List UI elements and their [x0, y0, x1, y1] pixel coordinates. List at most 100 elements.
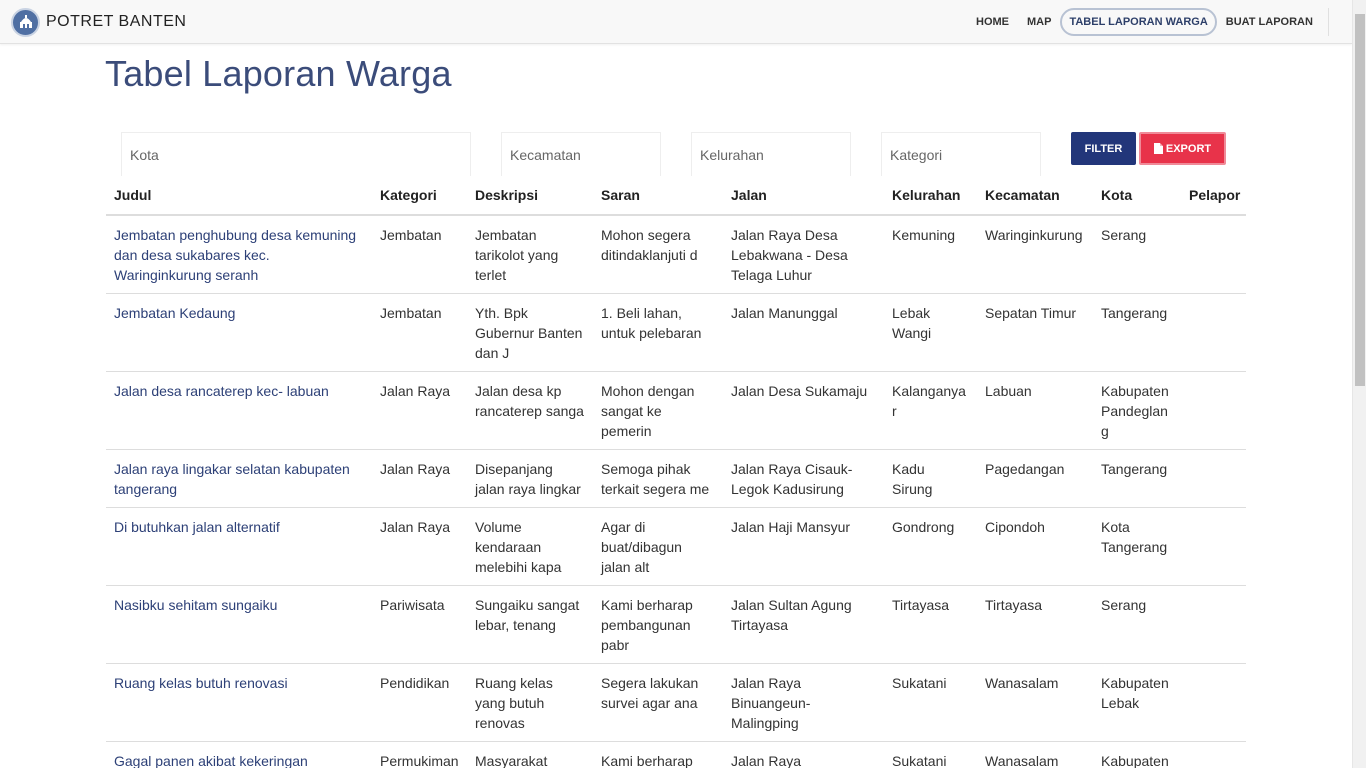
report-title-link[interactable]: Jalan desa rancaterep kec- labuan: [114, 383, 329, 399]
cell-pelapor: [1181, 663, 1246, 742]
kelurahan-input[interactable]: [692, 133, 850, 176]
column-header-kota[interactable]: Kota: [1093, 176, 1181, 216]
cell-kategori: Jembatan: [372, 293, 467, 372]
cell-deskripsi: Sungaiku sangat lebar, tenang: [467, 585, 593, 664]
scrollbar-thumb[interactable]: [1355, 14, 1365, 386]
column-header-kategori[interactable]: Kategori: [372, 176, 467, 216]
cell-saran: Semoga pihak terkait segera me: [593, 449, 723, 508]
kelurahan-field: [691, 132, 851, 176]
cell-judul: Jalan raya lingakar selatan kabupaten ta…: [106, 449, 372, 508]
cell-kota: Serang: [1093, 585, 1181, 664]
cell-saran: Mohon segera ditindaklanjuti d: [593, 215, 723, 294]
table-header-row: Judul Kategori Deskripsi Saran Jalan Kel…: [106, 176, 1246, 216]
cell-kategori: Jembatan: [372, 215, 467, 294]
cell-kelurahan: Kalanganyar: [884, 371, 977, 450]
cell-deskripsi: Yth. Bpk Gubernur Banten dan J: [467, 293, 593, 372]
cell-pelapor: [1181, 585, 1246, 664]
filter-button-label: FILTER: [1084, 142, 1123, 155]
navbar: POTRET BANTEN HOME MAP TABEL LAPORAN WAR…: [0, 0, 1352, 44]
cell-kategori: Pendidikan: [372, 663, 467, 742]
cell-kategori: Pariwisata: [372, 585, 467, 664]
report-title-link[interactable]: Ruang kelas butuh renovasi: [114, 675, 288, 691]
page-title: Tabel Laporan Warga: [105, 53, 452, 94]
file-icon: [1153, 143, 1163, 154]
table-row: Gagal panen akibat kekeringan Permukiman …: [106, 741, 1246, 768]
table-row: Jembatan penghubung desa kemuning dan de…: [106, 215, 1246, 294]
kecamatan-field: [501, 132, 661, 176]
cell-pelapor: [1181, 507, 1246, 586]
column-header-kecamatan[interactable]: Kecamatan: [977, 176, 1093, 216]
report-title-link[interactable]: Jembatan Kedaung: [114, 305, 235, 321]
cell-kecamatan: Sepatan Timur: [977, 293, 1093, 372]
cell-kecamatan: Wanasalam: [977, 663, 1093, 742]
nav-divider: [1328, 8, 1329, 36]
cell-kategori: Jalan Raya: [372, 507, 467, 586]
table-row: Jembatan Kedaung Jembatan Yth. Bpk Gubernu…: [106, 293, 1246, 372]
cell-kelurahan: Kadu Sirung: [884, 449, 977, 508]
column-header-saran[interactable]: Saran: [593, 176, 723, 216]
cell-kategori: Jalan Raya: [372, 371, 467, 450]
cell-kategori: Permukiman dan Lahan: [372, 741, 467, 768]
kecamatan-input[interactable]: [502, 133, 660, 176]
cell-kota: Kabupaten Lebak: [1093, 663, 1181, 742]
cell-deskripsi: Ruang kelas yang butuh renovas: [467, 663, 593, 742]
cell-kecamatan: Cipondoh: [977, 507, 1093, 586]
cell-pelapor: [1181, 449, 1246, 508]
cell-kelurahan: Tirtayasa: [884, 585, 977, 664]
column-header-kelurahan[interactable]: Kelurahan: [884, 176, 977, 216]
filter-button[interactable]: FILTER: [1071, 132, 1136, 165]
cell-judul: Jalan desa rancaterep kec- labuan: [106, 371, 372, 450]
kota-field: [121, 132, 471, 176]
cell-saran: Agar di buat/dibagun jalan alt: [593, 507, 723, 586]
cell-jalan: Jalan Raya Desa Lebakwana - Desa Telaga …: [723, 215, 884, 294]
report-title-link[interactable]: Jembatan penghubung desa kemuning dan de…: [114, 227, 356, 283]
cell-judul: Gagal panen akibat kekeringan: [106, 741, 372, 768]
nav-home[interactable]: HOME: [967, 8, 1018, 36]
cell-kelurahan: Kemuning: [884, 215, 977, 294]
nav-map[interactable]: MAP: [1018, 8, 1060, 36]
column-header-jalan[interactable]: Jalan: [723, 176, 884, 216]
cell-judul: Nasibku sehitam sungaiku: [106, 585, 372, 664]
cell-judul: Jembatan penghubung desa kemuning dan de…: [106, 215, 372, 294]
cell-judul: Ruang kelas butuh renovasi: [106, 663, 372, 742]
cell-judul: Di butuhkan jalan alternatif: [106, 507, 372, 586]
cell-kota: Serang: [1093, 215, 1181, 294]
cell-deskripsi: Disepanjang jalan raya lingkar: [467, 449, 593, 508]
kategori-input[interactable]: [882, 133, 1040, 176]
brand[interactable]: POTRET BANTEN: [11, 7, 186, 37]
cell-saran: Kami berharap pembangunan pabr: [593, 585, 723, 664]
cell-jalan: Jalan Raya Binuangeun-Malingping: [723, 663, 884, 742]
cell-jalan: Jalan Desa Sukamaju: [723, 371, 884, 450]
table-row: Ruang kelas butuh renovasi Pendidikan Ruan…: [106, 663, 1246, 742]
table-row: Jalan desa rancaterep kec- labuan Jalan R…: [106, 371, 1246, 450]
report-title-link[interactable]: Nasibku sehitam sungaiku: [114, 597, 277, 613]
page-scrollbar[interactable]: [1352, 0, 1366, 768]
report-title-link[interactable]: Jalan raya lingakar selatan kabupaten ta…: [114, 461, 350, 497]
cell-judul: Jembatan Kedaung: [106, 293, 372, 372]
kategori-field: [881, 132, 1041, 176]
column-header-judul[interactable]: Judul: [106, 176, 372, 216]
report-title-link[interactable]: Di butuhkan jalan alternatif: [114, 519, 280, 535]
kota-input[interactable]: [122, 133, 470, 176]
cell-kelurahan: Gondrong: [884, 507, 977, 586]
cell-pelapor: [1181, 215, 1246, 294]
export-button[interactable]: EXPORT: [1139, 132, 1226, 165]
laporan-table: Judul Kategori Deskripsi Saran Jalan Kel…: [106, 176, 1246, 768]
export-button-label: EXPORT: [1165, 142, 1212, 155]
table-row: Jalan raya lingakar selatan kabupaten ta…: [106, 449, 1246, 508]
cell-kota: Kota Tangerang: [1093, 507, 1181, 586]
cell-deskripsi: Jembatan tarikolot yang terlet: [467, 215, 593, 294]
cell-saran: Segera lakukan survei agar ana: [593, 663, 723, 742]
column-header-pelapor[interactable]: Pelapor: [1181, 176, 1246, 216]
cell-deskripsi: Jalan desa kp rancaterep sanga: [467, 371, 593, 450]
table-row: Di butuhkan jalan alternatif Jalan Raya Vo…: [106, 507, 1246, 586]
nav-tabel-laporan-warga[interactable]: TABEL LAPORAN WARGA: [1060, 8, 1217, 36]
cell-pelapor: [1181, 371, 1246, 450]
nav-buat-laporan[interactable]: BUAT LAPORAN: [1217, 8, 1322, 36]
column-header-deskripsi[interactable]: Deskripsi: [467, 176, 593, 216]
table-body: Jembatan penghubung desa kemuning dan de…: [106, 215, 1246, 768]
cell-kota: Tangerang: [1093, 449, 1181, 508]
cell-kecamatan: Waringinkurung: [977, 215, 1093, 294]
cell-deskripsi: Masyarakat Wanasalam: [467, 741, 593, 768]
report-title-link[interactable]: Gagal panen akibat kekeringan: [114, 753, 308, 768]
